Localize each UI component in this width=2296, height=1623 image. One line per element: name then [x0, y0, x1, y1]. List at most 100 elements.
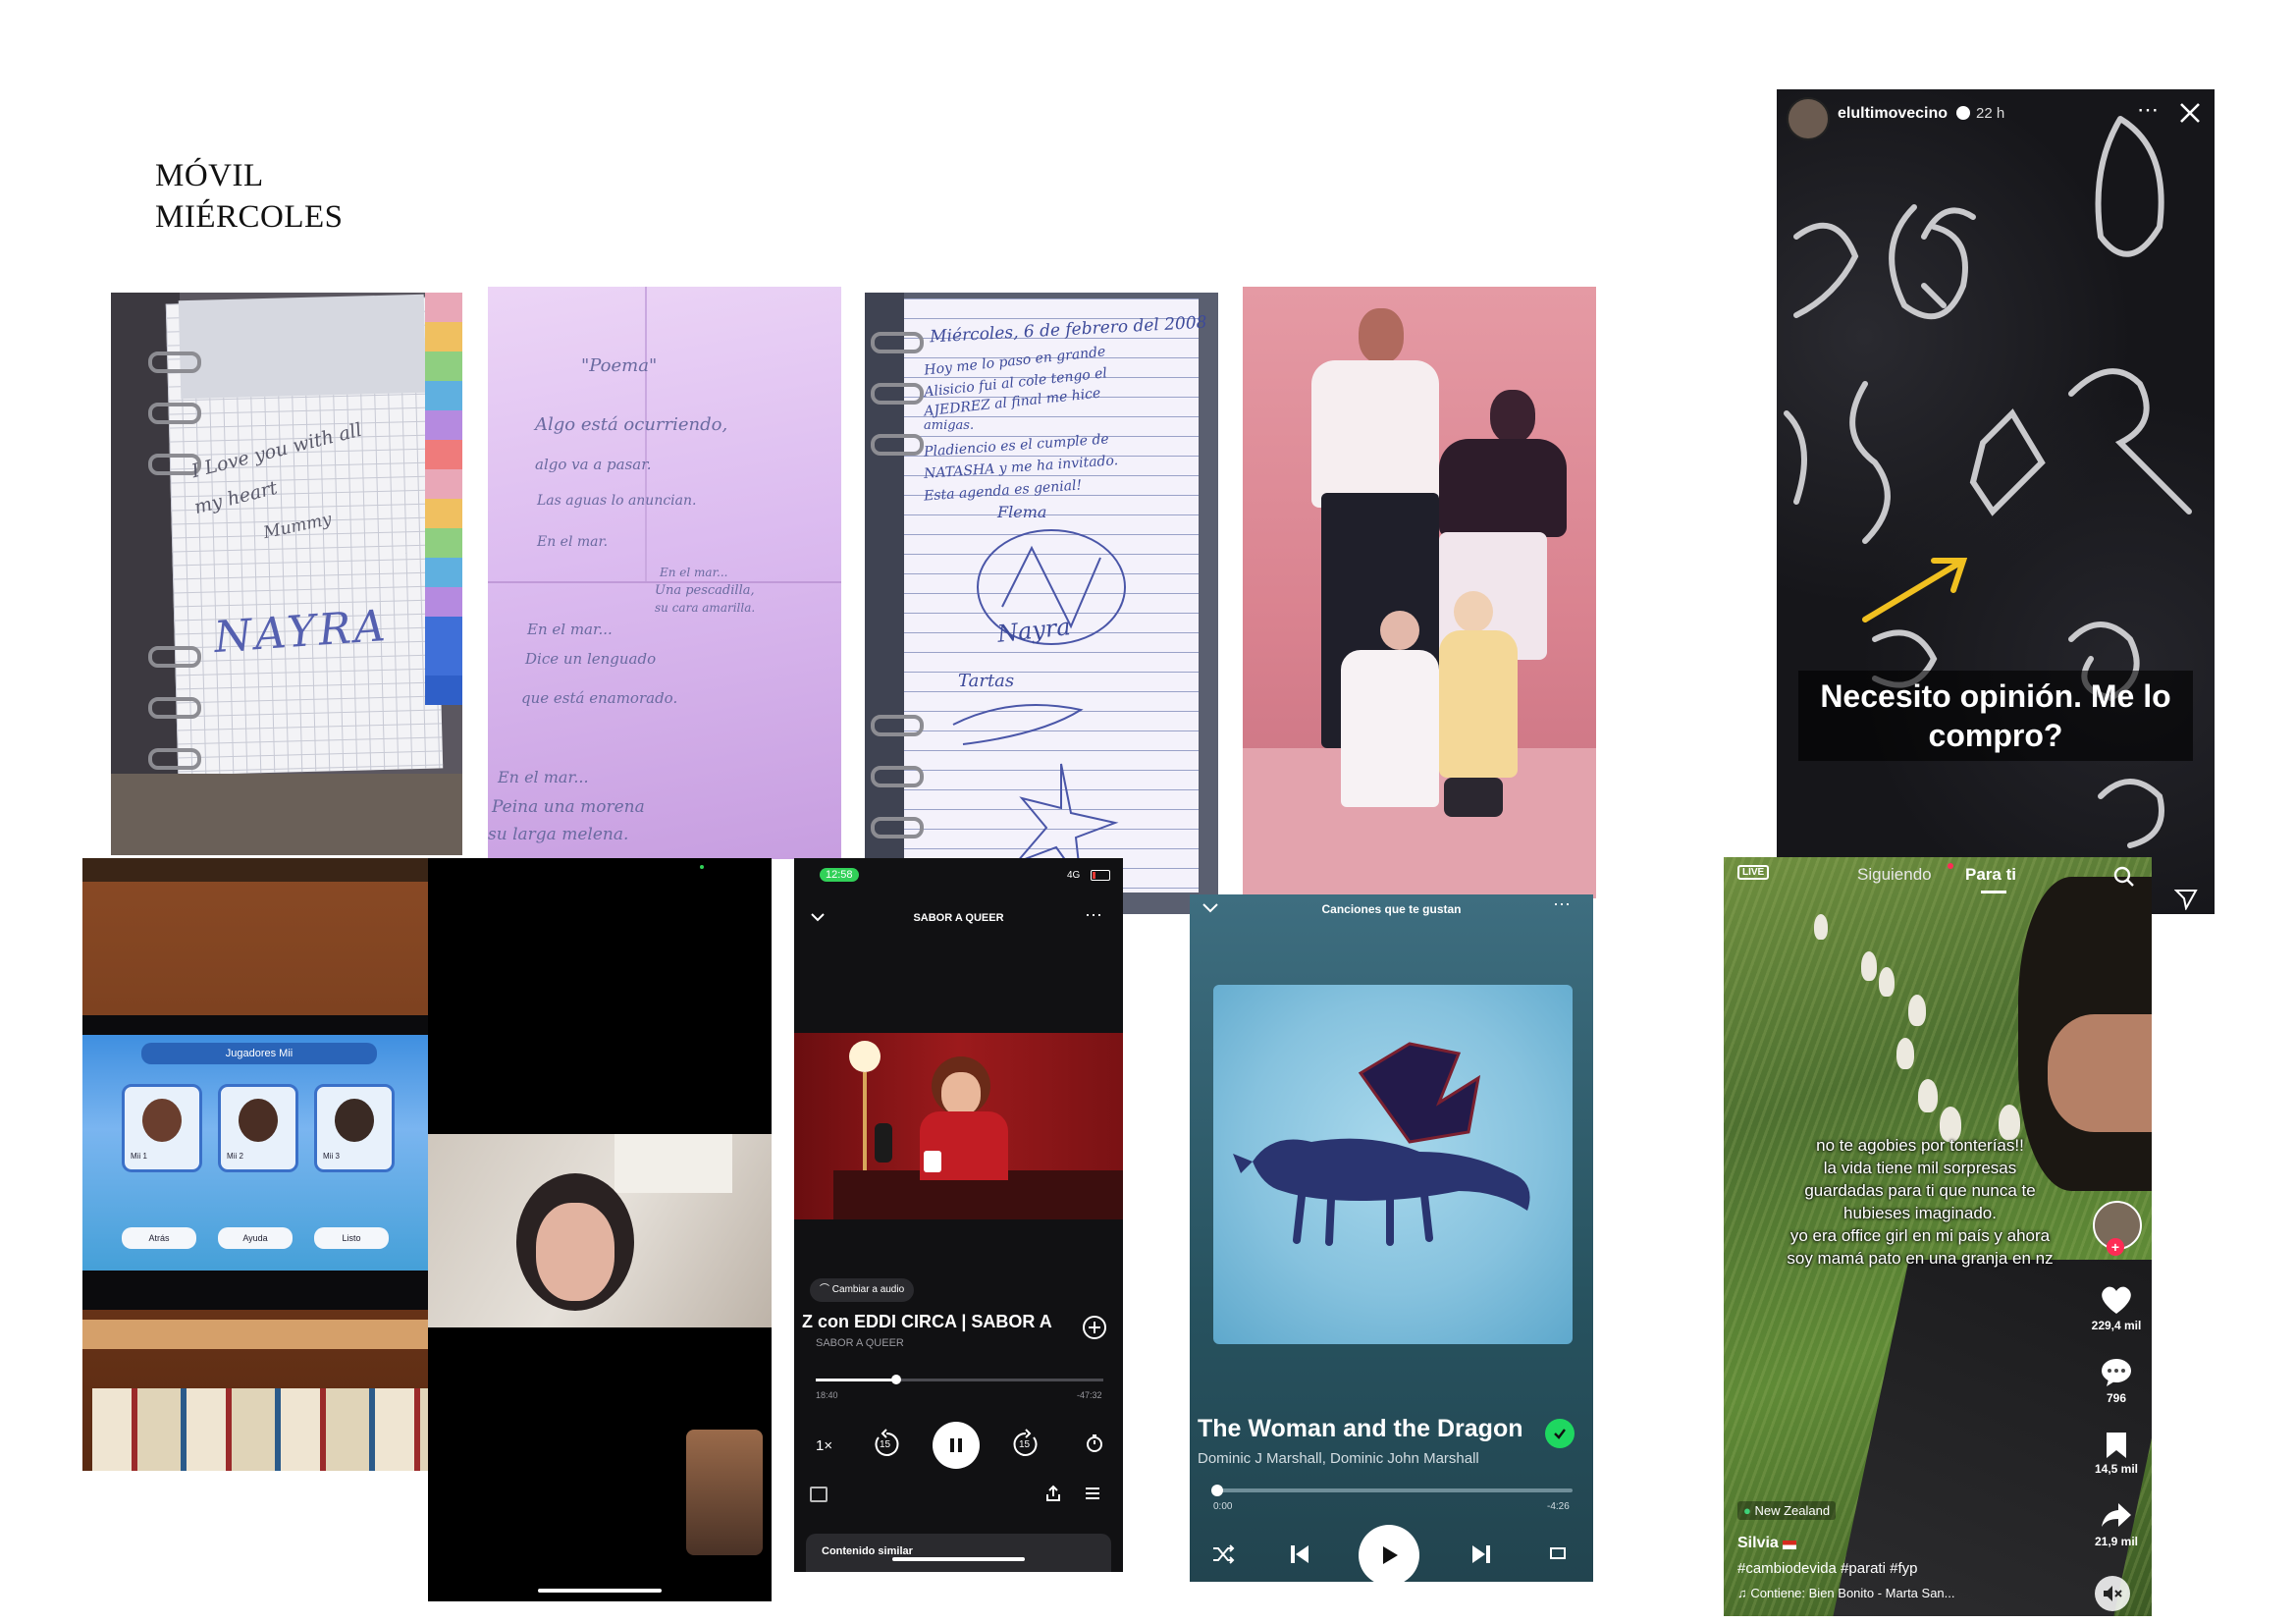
music-info[interactable]: ♫ Contiene: Bien Bonito - Marta San... — [1737, 1586, 2032, 1600]
self-view[interactable] — [686, 1430, 763, 1555]
progress-handle[interactable] — [891, 1375, 902, 1384]
close-icon[interactable] — [2178, 101, 2202, 125]
help-button[interactable]: Ayuda — [218, 1227, 293, 1249]
speaker-muted-icon — [2104, 1586, 2122, 1601]
share-icon[interactable] — [1044, 1485, 1062, 1502]
caption-line: yo era office girl en mi país y ahora — [1789, 1226, 2051, 1245]
elapsed-time: 0:00 — [1213, 1501, 1233, 1512]
sleep-timer-icon[interactable] — [1085, 1434, 1104, 1453]
tiktok-screenshot: LIVE Siguiendo Para ti no te agobies por… — [1724, 857, 2152, 1616]
home-indicator — [538, 1589, 662, 1593]
queue-icon[interactable] — [1085, 1487, 1100, 1500]
more-options-icon[interactable]: ⋯ — [2137, 97, 2159, 123]
show-name[interactable]: SABOR A QUEER — [816, 1337, 904, 1349]
more-options-icon[interactable]: ⋯ — [1553, 894, 1571, 915]
video-thumbnail[interactable] — [794, 1033, 1123, 1219]
caption-line: guardadas para ti que nunca te — [1804, 1181, 2036, 1200]
heart-icon[interactable] — [2100, 1285, 2133, 1315]
poem-line: En el mar... — [527, 621, 613, 638]
mii-label: Mii 1 — [131, 1152, 147, 1161]
poem-line: Dice un lenguado — [525, 650, 657, 668]
player-header: SABOR A QUEER — [913, 912, 1004, 924]
tab-for-you[interactable]: Para ti — [1965, 865, 2016, 885]
dragon-artwork — [1233, 1042, 1530, 1246]
hashtags[interactable]: #cambiodevida #parati #fyp — [1737, 1560, 1917, 1577]
tv-wii-photo: Jugadores Mii Mii 1 Mii 2 Mii 3 Atrás Ay… — [82, 858, 428, 1471]
family-photo — [1243, 287, 1596, 898]
comment-icon[interactable] — [2101, 1358, 2132, 1387]
next-track-icon[interactable] — [1469, 1542, 1493, 1566]
pendants-image — [1784, 116, 2192, 848]
poem-line: que está enamorado. — [521, 689, 678, 707]
bookmark-icon[interactable] — [2105, 1431, 2128, 1460]
video-call-screenshot — [428, 858, 772, 1601]
poem-line: En el mar... — [498, 768, 589, 786]
play-icon — [1383, 1546, 1398, 1564]
poem-lines: Algo está ocurriendo, algo va a pasar. L… — [488, 287, 841, 859]
play-button[interactable] — [1359, 1525, 1419, 1582]
progress-track[interactable] — [816, 1375, 1103, 1384]
repeat-icon[interactable] — [1547, 1544, 1569, 1564]
notebook-photo-2: "Poema" Algo está ocurriendo, algo va a … — [488, 287, 841, 859]
mute-button[interactable] — [2095, 1576, 2130, 1611]
previous-track-icon[interactable] — [1288, 1542, 1311, 1566]
pause-icon — [950, 1438, 962, 1452]
send-icon[interactable] — [2174, 887, 2198, 910]
episode-title: Z con EDDI CIRCA | SABOR A — [802, 1312, 1052, 1331]
skip-back-15-button[interactable]: 15 — [871, 1428, 902, 1459]
caption-line: la vida tiene mil sorpresas — [1823, 1159, 2017, 1177]
music-note-icon: ♫ — [1737, 1586, 1751, 1600]
spotify-player-screenshot: Canciones que te gustan ⋯ The Woman and … — [1190, 894, 1593, 1582]
track-title[interactable]: The Woman and the Dragon — [1198, 1415, 1522, 1443]
poem-line: Una pescadilla, — [655, 583, 755, 598]
ready-button[interactable]: Listo — [314, 1227, 389, 1249]
switch-to-audio-button[interactable]: ⌒ Cambiar a audio — [810, 1278, 915, 1302]
back-button[interactable]: Atrás — [122, 1227, 196, 1249]
skip-forward-15-button[interactable]: 15 — [1010, 1428, 1041, 1459]
notebook-photo-1: I Love you with all my heart Mummy NAYRA — [111, 293, 462, 855]
poem-line: su cara amarilla. — [655, 601, 756, 615]
tab-underline — [1981, 891, 2006, 893]
page-title: MÓVIL MIÉRCOLES — [155, 155, 344, 238]
diary-sign: Tartas — [958, 671, 1015, 691]
shuffle-icon[interactable] — [1211, 1544, 1235, 1564]
follow-button[interactable]: + — [2107, 1238, 2124, 1256]
progress-fill — [816, 1379, 897, 1381]
creator-name[interactable]: Silvia — [1737, 1535, 1779, 1552]
mii-card[interactable]: Mii 1 — [122, 1084, 202, 1172]
speed-button[interactable]: 1× — [816, 1437, 832, 1454]
story-username[interactable]: elultimovecino — [1838, 105, 1948, 123]
diary-line: amigas. — [924, 418, 975, 433]
tab-following[interactable]: Siguiendo — [1857, 865, 1932, 885]
progress-track[interactable] — [1210, 1485, 1573, 1496]
pause-button[interactable] — [933, 1422, 980, 1469]
artist-names[interactable]: Dominic J Marshall, Dominic John Marshal… — [1198, 1450, 1492, 1467]
mii-card[interactable]: Mii 3 — [314, 1084, 395, 1172]
remaining-time: -47:32 — [1077, 1390, 1102, 1400]
mii-card[interactable]: Mii 2 — [218, 1084, 298, 1172]
similar-content-label: Contenido similar — [822, 1545, 913, 1557]
caption-line: soy mamá pato en una granja en nz — [1787, 1249, 2054, 1268]
cast-device-icon[interactable] — [810, 1487, 828, 1502]
music-label: Contiene: Bien Bonito - Marta San... — [1750, 1586, 1955, 1600]
live-icon[interactable]: LIVE — [1737, 865, 1770, 880]
poem-line: En el mar... — [660, 566, 728, 579]
progress-handle[interactable] — [1210, 1485, 1223, 1496]
title-line-1: MÓVIL — [155, 158, 264, 193]
location-label: New Zealand — [1754, 1503, 1831, 1518]
add-to-library-icon[interactable] — [1083, 1316, 1106, 1339]
search-icon[interactable] — [2112, 865, 2136, 889]
remaining-time: -4:26 — [1547, 1501, 1570, 1512]
similar-content-panel[interactable]: Contenido similar — [806, 1534, 1111, 1572]
verified-icon — [1956, 106, 1970, 120]
liked-check-button[interactable] — [1545, 1419, 1575, 1448]
album-art — [1213, 985, 1573, 1344]
more-options-icon[interactable]: ⋯ — [1085, 905, 1102, 926]
title-line-2: MIÉRCOLES — [155, 199, 344, 235]
share-icon[interactable] — [2101, 1501, 2132, 1529]
location-tag[interactable]: ● New Zealand — [1737, 1501, 1837, 1520]
network-label: 4G — [1067, 870, 1081, 881]
battery-icon — [1091, 870, 1110, 881]
video-caption-overlay: no te agobies por tonterías!! la vida ti… — [1773, 1134, 2067, 1270]
story-avatar[interactable] — [1787, 97, 1830, 140]
